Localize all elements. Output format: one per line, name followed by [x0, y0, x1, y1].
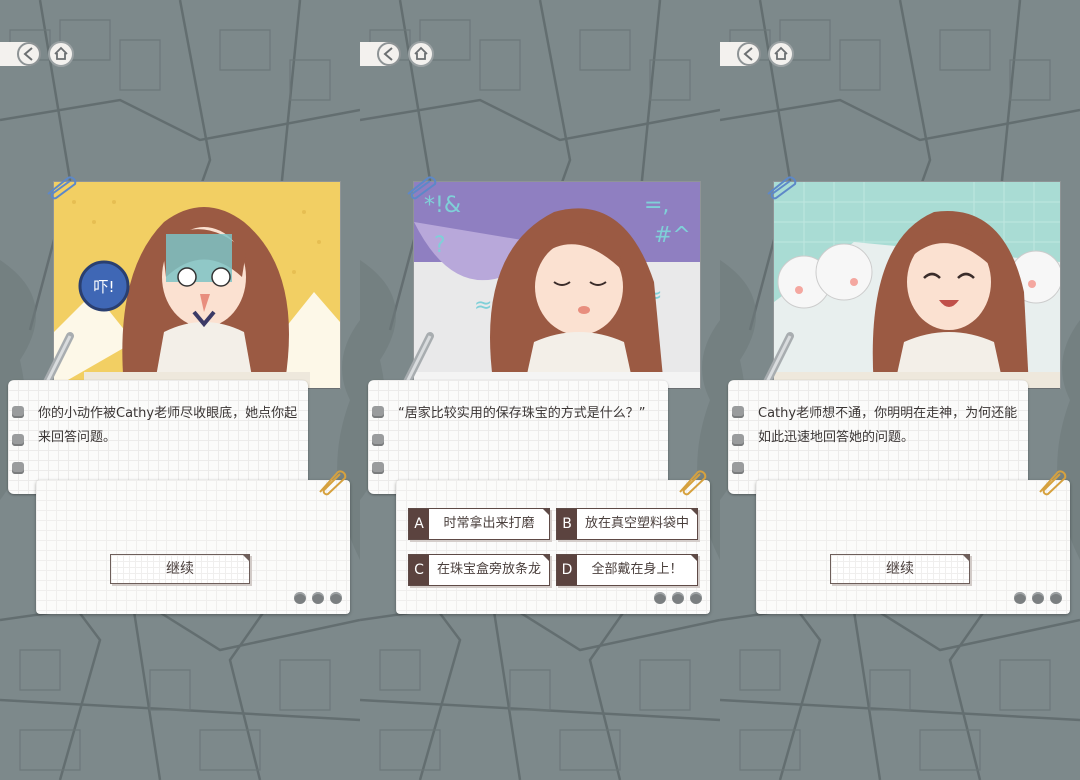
page-dots: [648, 589, 702, 608]
dialog-box: 你的小动作被Cathy老师尽收眼底，她点你起来回答问题。: [8, 380, 308, 494]
paper-clip-icon: [47, 176, 77, 200]
home-icon: [774, 46, 788, 60]
action-panel: 继续: [36, 470, 350, 614]
answer-panel: A 时常拿出来打磨 B 放在真空塑料袋中 C 在珠宝盒旁放条龙 D 全部戴在身上…: [396, 470, 710, 614]
continue-button[interactable]: 继续: [830, 554, 970, 584]
surprise-bubble: 吓!: [78, 260, 130, 312]
option-text: 时常拿出来打磨: [443, 516, 535, 531]
svg-text:=,: =,: [644, 193, 669, 218]
screen-1: 吓! 你的小动作被Cathy老师尽收眼底，她点你起来回答问题。 继续: [0, 0, 360, 780]
dialog-text: “居家比较实用的保存珠宝的方式是什么？”: [398, 406, 646, 421]
dialog-bullets: [12, 406, 24, 490]
home-icon: [54, 46, 68, 60]
dialog-text: 你的小动作被Cathy老师尽收眼底，她点你起来回答问题。: [38, 406, 298, 445]
option-letter: D: [557, 555, 577, 585]
dialog-box: Cathy老师想不通，你明明在走神，为何还能如此迅速地回答她的问题。: [728, 380, 1028, 494]
option-text: 在珠宝盒旁放条龙: [436, 562, 541, 577]
scene-illustration: [774, 182, 1060, 388]
option-letter: C: [409, 555, 429, 585]
dialog-bullets: [372, 406, 384, 490]
dialog-text: Cathy老师想不通，你明明在走神，为何还能如此迅速地回答她的问题。: [758, 406, 1018, 445]
option-d[interactable]: D 全部戴在身上！: [556, 554, 698, 586]
home-button[interactable]: [48, 41, 74, 67]
option-c[interactable]: C 在珠宝盒旁放条龙: [408, 554, 550, 586]
scene-illustration: 吓!: [54, 182, 340, 388]
svg-text:≈: ≈: [474, 293, 492, 318]
home-icon: [414, 46, 428, 60]
page-dots: [288, 589, 342, 608]
dialog-box: “居家比较实用的保存珠宝的方式是什么？”: [368, 380, 668, 494]
gold-clip-icon: [679, 470, 707, 496]
back-button[interactable]: [720, 38, 764, 70]
page-dots: [1008, 589, 1062, 608]
paper-clip-icon: [767, 176, 797, 200]
option-letter: B: [557, 509, 577, 539]
option-text: 全部戴在身上！: [591, 562, 683, 577]
back-button[interactable]: [360, 38, 404, 70]
option-a[interactable]: A 时常拿出来打磨: [408, 508, 550, 540]
svg-text:?: ?: [434, 233, 446, 258]
home-button[interactable]: [768, 41, 794, 67]
screen-3: Cathy老师想不通，你明明在走神，为何还能如此迅速地回答她的问题。 继续: [720, 0, 1080, 780]
option-b[interactable]: B 放在真空塑料袋中: [556, 508, 698, 540]
dialog-bullets: [732, 406, 744, 490]
back-button[interactable]: [0, 38, 44, 70]
action-panel: 继续: [756, 470, 1070, 614]
svg-text:#^: #^: [654, 223, 691, 248]
continue-button[interactable]: 继续: [110, 554, 250, 584]
paper-clip-icon: [407, 176, 437, 200]
option-text: 放在真空塑料袋中: [584, 516, 689, 531]
screen-2: *!&=,?#^≈≈ “居家比较实用的保存珠宝的方式是什么？” A 时常拿出来打…: [360, 0, 720, 780]
option-letter: A: [409, 509, 429, 539]
gold-clip-icon: [319, 470, 347, 496]
bubble-text: 吓!: [93, 278, 114, 296]
gold-clip-icon: [1039, 470, 1067, 496]
scene-illustration: *!&=,?#^≈≈: [414, 182, 700, 388]
home-button[interactable]: [408, 41, 434, 67]
